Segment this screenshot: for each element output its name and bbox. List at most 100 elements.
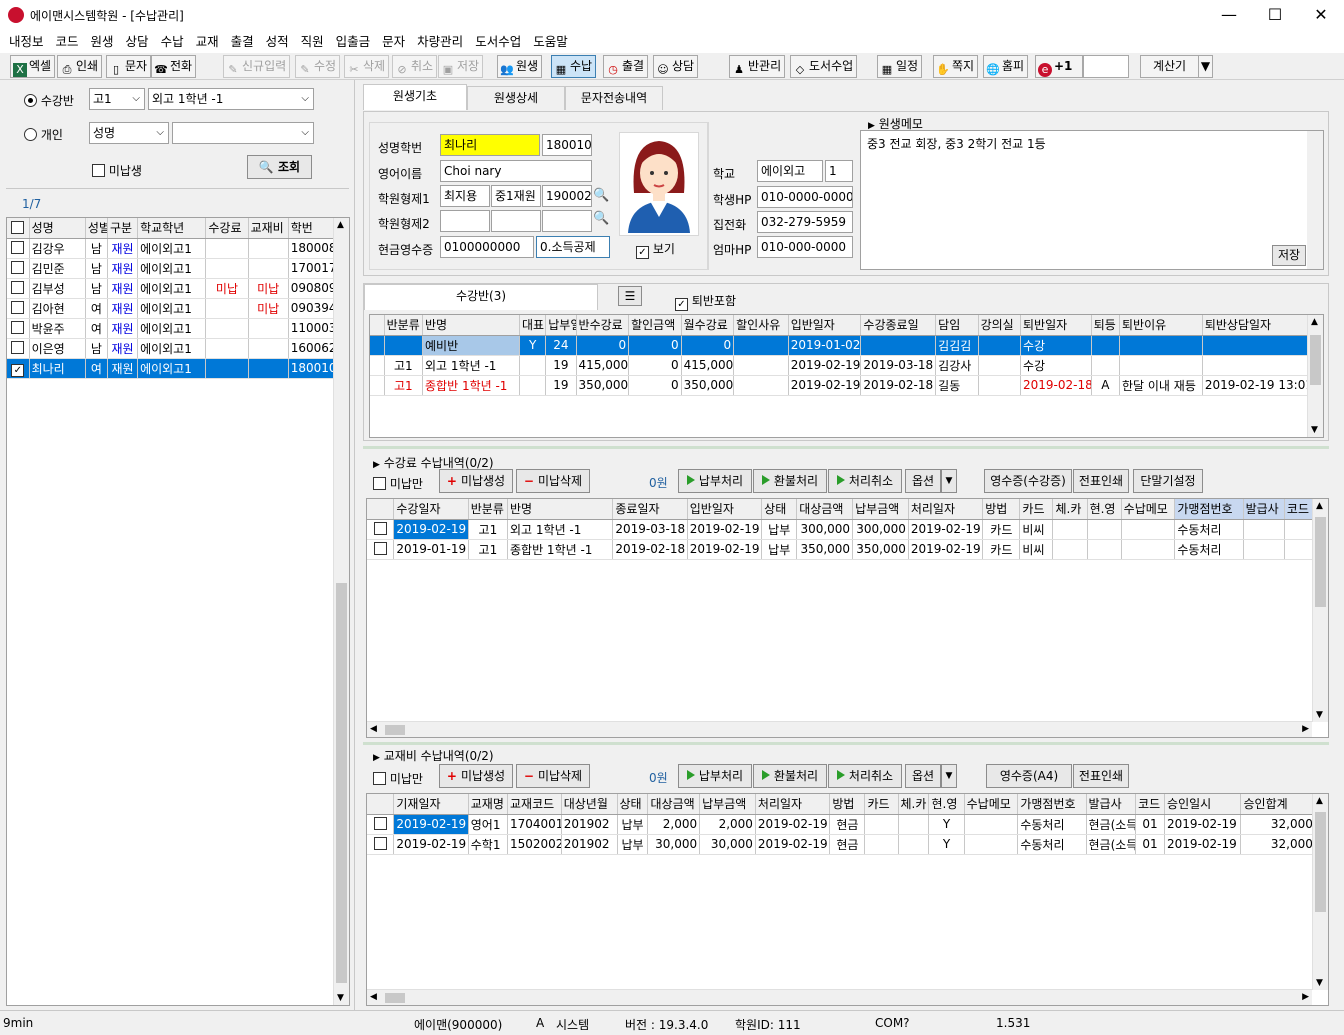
column-header[interactable]: 구분 — [107, 218, 139, 239]
menu-item[interactable]: 수납 — [155, 32, 190, 52]
book-receipt-button[interactable]: 영수증(A4) — [986, 764, 1072, 788]
excel-button[interactable]: X 엑셀 — [10, 55, 56, 78]
book-slip-button[interactable]: 전표인쇄 — [1073, 764, 1129, 788]
column-header[interactable]: 종료일자 — [612, 499, 688, 520]
menu-item[interactable]: 성적 — [260, 32, 295, 52]
book-vscrollbar[interactable]: ▲ ▼ — [1312, 794, 1328, 990]
column-header[interactable]: 반명 — [507, 499, 614, 520]
sms-button[interactable]: ▯ 문자 — [106, 55, 152, 78]
student-grid[interactable]: 성명성별구분학교학년수강료교재비학번김강우남재원에이외고1180008김민준남재… — [6, 217, 350, 1006]
column-header[interactable]: 퇴반일자 — [1020, 315, 1092, 336]
book-make-unpaid-button[interactable]: + 미납생성 — [439, 764, 513, 788]
student-button[interactable]: 👥 원생 — [497, 55, 543, 78]
table-row[interactable]: 예비반 Y 24 0 0 0 2019-01-02 김김김 수강 — [370, 335, 1309, 356]
column-header[interactable]: 납부금액 — [852, 499, 909, 520]
student-hp-input[interactable]: 010-0000-0000 — [757, 186, 853, 208]
memo-scrollbar[interactable] — [1307, 131, 1323, 269]
column-header[interactable]: 강의실 — [978, 315, 1022, 336]
column-header[interactable]: 반분류 — [384, 315, 424, 336]
tab-classes[interactable]: 수강반(3) — [364, 284, 598, 310]
column-header[interactable]: 입반일자 — [788, 315, 862, 336]
view-photo-checkbox[interactable]: ✓ 보기 — [636, 240, 675, 259]
terminal-settings-button[interactable]: 단말기설정 — [1133, 469, 1203, 493]
row-checkbox[interactable] — [7, 258, 30, 279]
book-refund-button[interactable]: 환불처리 — [753, 764, 827, 788]
cash-receipt-type[interactable]: 0.소득공제 — [536, 236, 610, 258]
column-header[interactable]: 가맹점번호 — [1017, 794, 1087, 815]
payment-button[interactable]: ▦ 수납 — [551, 55, 597, 78]
menu-item[interactable]: 출결 — [225, 32, 260, 52]
include-withdrawn-checkbox[interactable]: ✓ 퇴반포함 — [675, 292, 736, 311]
column-header[interactable]: 반명 — [422, 315, 520, 336]
tab-detail[interactable]: 원생상세 — [467, 86, 565, 110]
column-header[interactable]: 수강료 — [205, 218, 249, 239]
column-header[interactable]: 수강일자 — [393, 499, 469, 520]
row-checkbox[interactable] — [7, 318, 30, 339]
column-header[interactable]: 발급사 — [1086, 794, 1137, 815]
column-header[interactable]: 성별 — [85, 218, 108, 239]
column-header[interactable]: 반분류 — [468, 499, 509, 520]
column-header[interactable]: 교재명 — [468, 794, 509, 815]
column-header[interactable]: 반수강료 — [576, 315, 630, 336]
calculator-dropdown-icon[interactable]: ▼ — [1198, 55, 1213, 78]
delete-button[interactable]: ✂ 삭제 — [344, 55, 390, 78]
menu-item[interactable]: 코드 — [50, 32, 85, 52]
grade-combo[interactable]: 고1 ⌵ — [89, 88, 145, 110]
menu-item[interactable]: 문자 — [376, 32, 411, 52]
book-pay-button[interactable]: 납부처리 — [678, 764, 752, 788]
column-header[interactable]: 납부일 — [545, 315, 577, 336]
table-row[interactable]: 박윤주 여 재원 에이외고1 110003 — [7, 318, 336, 339]
cash-receipt-number[interactable]: 0100000000 — [440, 236, 534, 258]
column-header[interactable]: 승인합계 — [1240, 794, 1316, 815]
column-header[interactable]: 기재일자 — [393, 794, 469, 815]
fee-option-dropdown-icon[interactable]: ▼ — [941, 469, 957, 493]
fee-delete-unpaid-button[interactable]: − 미납삭제 — [516, 469, 590, 493]
table-row[interactable]: 고1 종합반 1학년 -1 19 350,000 0 350,000 2019-02-19 2… — [370, 375, 1309, 396]
maximize-button[interactable]: ☐ — [1252, 0, 1298, 31]
column-header[interactable]: 발급사 — [1243, 499, 1285, 520]
fee-grid[interactable]: 수강일자 반분류 반명 종료일자 입반일자 상태 대상금액 납부금액 처리일자 방법 카드 체.카 현.… — [366, 498, 1329, 738]
column-header[interactable]: 승인일시 — [1164, 794, 1242, 815]
column-header[interactable]: 교재코드 — [507, 794, 562, 815]
table-row[interactable]: 김아현 여 재원 에이외고1 미납 090394 — [7, 298, 336, 319]
column-header[interactable]: 대상년월 — [561, 794, 618, 815]
row-checkbox[interactable] — [7, 238, 30, 259]
column-header[interactable]: 현.영 — [928, 794, 965, 815]
column-header[interactable]: 체.카 — [1052, 499, 1088, 520]
homepage-button[interactable]: 🌐 홈피 — [983, 55, 1029, 78]
column-header[interactable]: 대상금액 — [647, 794, 701, 815]
column-header[interactable]: 교재비 — [248, 218, 289, 239]
fee-make-unpaid-button[interactable]: + 미납생성 — [439, 469, 513, 493]
classes-grid[interactable]: 반분류반명대표납부일반수강료할인금액월수강료할인사유입반일자수강종료일담임강의실… — [369, 314, 1324, 438]
menu-item[interactable]: 직원 — [295, 32, 330, 52]
save-button[interactable]: ▣ 저장 — [438, 55, 484, 78]
column-header[interactable]: 처리일자 — [908, 499, 984, 520]
fee-option-button[interactable]: 옵션 — [905, 469, 941, 493]
new-button[interactable]: ✎ 신규입력 — [223, 55, 291, 78]
tab-sms-history[interactable]: 문자전송내역 — [565, 86, 663, 110]
fee-receipt-button[interactable]: 영수증(수강증) — [984, 469, 1072, 493]
class-combo[interactable]: 외고 1학년 -1 ⌵ — [148, 88, 314, 110]
column-header[interactable]: 납부금액 — [699, 794, 756, 815]
menu-item[interactable]: 차량관리 — [411, 32, 469, 52]
fee-slip-button[interactable]: 전표인쇄 — [1073, 469, 1129, 493]
magnifier-icon[interactable]: 🔍 — [593, 188, 609, 203]
column-header[interactable]: 수강종료일 — [860, 315, 937, 336]
row-checkbox[interactable] — [367, 539, 395, 560]
fee-vscrollbar[interactable]: ▲ ▼ — [1312, 499, 1328, 722]
plus-one-field[interactable] — [1083, 55, 1129, 78]
unpaid-checkbox[interactable]: 미납생 — [92, 162, 142, 179]
column-header[interactable]: 가맹점번호 — [1174, 499, 1244, 520]
sibling1-name[interactable]: 최지용 — [440, 185, 490, 207]
column-header[interactable]: 퇴반이유 — [1119, 315, 1203, 336]
student-grid-scrollbar[interactable]: ▲ ▼ — [333, 218, 349, 1005]
sibling2-class[interactable] — [491, 210, 541, 232]
search-button[interactable]: 🔍 조회 — [247, 155, 312, 179]
english-name-input[interactable]: Choi nary — [440, 160, 592, 182]
sibling1-id[interactable]: 190002 — [542, 185, 592, 207]
menu-item[interactable]: 교재 — [190, 32, 225, 52]
column-header[interactable]: 상태 — [761, 499, 798, 520]
school-grade-input[interactable]: 1 — [825, 160, 853, 182]
name-input[interactable]: 최나리 — [440, 134, 540, 156]
book-undo-button[interactable]: 처리취소 — [828, 764, 902, 788]
